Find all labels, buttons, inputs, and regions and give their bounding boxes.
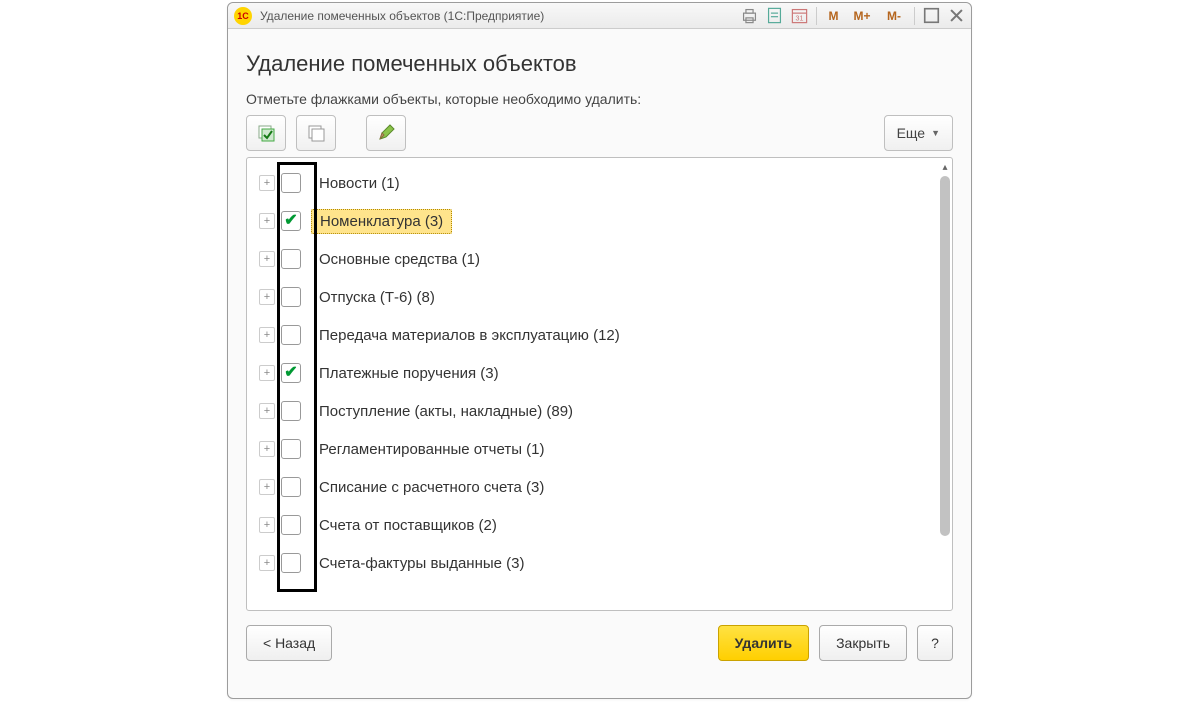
item-checkbox[interactable] [281,249,301,269]
item-label: Счета от поставщиков (2) [311,514,505,537]
chevron-down-icon: ▼ [931,128,940,138]
expand-icon[interactable]: + [259,403,275,419]
svg-text:31: 31 [796,14,804,22]
item-checkbox[interactable] [281,287,301,307]
expand-icon[interactable]: + [259,251,275,267]
memory-mminus-button[interactable]: M- [880,5,908,26]
list-item[interactable]: + Основные средства (1) [259,240,952,278]
object-list: + Новости (1) + Номенклатура (3) + Основные с… [246,157,953,611]
list-item[interactable]: + Счета-фактуры выданные (3) [259,544,952,582]
instruction-text: Отметьте флажками объекты, которые необх… [246,91,953,107]
maximize-icon[interactable] [921,5,942,26]
calculator-icon[interactable] [764,5,785,26]
edit-button[interactable] [366,115,406,151]
scroll-up-icon[interactable]: ▴ [940,162,950,172]
list-item[interactable]: + Номенклатура (3) [259,202,952,240]
expand-icon[interactable]: + [259,289,275,305]
window-title: Удаление помеченных объектов (1С:Предпри… [260,9,544,23]
expand-icon[interactable]: + [259,441,275,457]
item-checkbox[interactable] [281,553,301,573]
item-checkbox[interactable] [281,363,301,383]
app-logo-icon: 1C [234,7,252,25]
page-title: Удаление помеченных объектов [246,51,953,77]
item-checkbox[interactable] [281,325,301,345]
help-button[interactable]: ? [917,625,953,661]
item-label: Списание с расчетного счета (3) [311,476,552,499]
item-label: Регламентированные отчеты (1) [311,438,553,461]
item-checkbox[interactable] [281,401,301,421]
item-label: Счета-фактуры выданные (3) [311,552,532,575]
delete-button[interactable]: Удалить [718,625,809,661]
expand-icon[interactable]: + [259,479,275,495]
calendar-icon[interactable]: 31 [789,5,810,26]
close-button[interactable]: Закрыть [819,625,907,661]
check-all-button[interactable] [246,115,286,151]
item-checkbox[interactable] [281,173,301,193]
item-label: Новости (1) [311,172,408,195]
item-label: Номенклатура (3) [311,209,452,234]
back-button[interactable]: < Назад [246,625,332,661]
memory-mplus-button[interactable]: M+ [848,5,876,26]
expand-icon[interactable]: + [259,365,275,381]
item-label: Поступление (акты, накладные) (89) [311,400,581,423]
memory-m-button[interactable]: M [823,5,844,26]
uncheck-all-button[interactable] [296,115,336,151]
item-label: Передача материалов в эксплуатацию (12) [311,324,628,347]
dialog-window: 1C Удаление помеченных объектов (1С:Пред… [227,2,972,699]
item-checkbox[interactable] [281,211,301,231]
item-label: Основные средства (1) [311,248,488,271]
expand-icon[interactable]: + [259,327,275,343]
titlebar: 1C Удаление помеченных объектов (1С:Пред… [228,3,971,29]
footer: < Назад Удалить Закрыть ? [246,625,953,661]
expand-icon[interactable]: + [259,213,275,229]
expand-icon[interactable]: + [259,555,275,571]
expand-icon[interactable]: + [259,517,275,533]
item-checkbox[interactable] [281,439,301,459]
scrollbar-thumb[interactable] [940,176,950,536]
list-item[interactable]: + Отпуска (Т-6) (8) [259,278,952,316]
list-item[interactable]: + Новости (1) [259,164,952,202]
list-item[interactable]: + Регламентированные отчеты (1) [259,430,952,468]
list-item[interactable]: + Списание с расчетного счета (3) [259,468,952,506]
print-icon[interactable] [739,5,760,26]
more-menu-label: Еще [897,125,926,141]
toolbar: Еще ▼ [246,115,953,151]
list-item[interactable]: + Передача материалов в эксплуатацию (12) [259,316,952,354]
expand-icon[interactable]: + [259,175,275,191]
list-item[interactable]: + Счета от поставщиков (2) [259,506,952,544]
close-icon[interactable] [946,5,967,26]
item-label: Отпуска (Т-6) (8) [311,286,443,309]
item-label: Платежные поручения (3) [311,362,507,385]
list-item[interactable]: + Поступление (акты, накладные) (89) [259,392,952,430]
scrollbar[interactable]: ▴ [940,162,950,606]
list-item[interactable]: + Платежные поручения (3) [259,354,952,392]
item-checkbox[interactable] [281,477,301,497]
more-menu-button[interactable]: Еще ▼ [884,115,953,151]
item-checkbox[interactable] [281,515,301,535]
